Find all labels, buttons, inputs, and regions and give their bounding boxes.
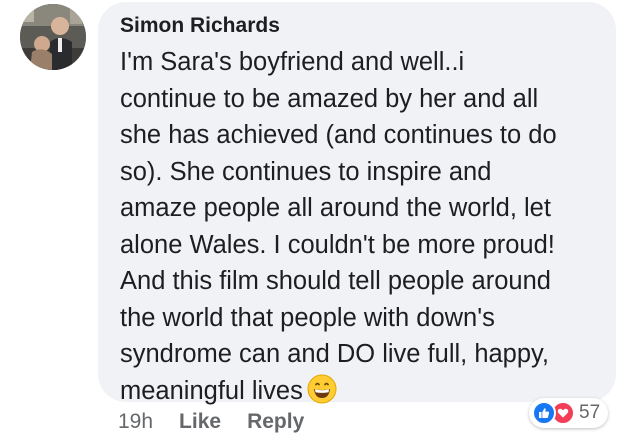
comment-line: alone Wales. I couldn't be more proud! xyxy=(120,230,555,259)
comment-line: continue to be amazed by her and all xyxy=(120,84,539,113)
like-button[interactable]: Like xyxy=(179,410,221,434)
avatar-photo xyxy=(20,4,86,70)
like-icon xyxy=(532,401,556,425)
comment-text: I'm Sara's boyfriend and well..i continu… xyxy=(120,44,608,409)
comment-line: syndrome can and DO live full, happy, xyxy=(120,340,549,368)
reaction-summary[interactable]: 57 xyxy=(529,398,609,428)
avatar[interactable] xyxy=(20,4,86,70)
grinning-face-emoji xyxy=(307,374,337,403)
comment-actions: 19h Like Reply xyxy=(118,410,304,434)
comment-line: so). She continues to inspire and xyxy=(120,157,492,186)
comment-line-text: meaningful lives xyxy=(120,376,303,405)
reaction-count: 57 xyxy=(579,402,601,423)
timestamp[interactable]: 19h xyxy=(118,410,153,434)
comment: Simon Richards I'm Sara's boyfriend and … xyxy=(0,0,640,445)
comment-line: I'm Sara's boyfriend and well..i xyxy=(120,48,465,76)
comment-line: And this film should tell people around xyxy=(120,267,551,295)
comment-line: amaze people all around the world, let xyxy=(120,194,551,222)
author-name[interactable]: Simon Richards xyxy=(120,14,280,38)
reply-button[interactable]: Reply xyxy=(247,410,304,434)
comment-line: she has achieved (and continues to do xyxy=(120,121,557,149)
comment-line: the world that people with down's xyxy=(120,303,495,332)
